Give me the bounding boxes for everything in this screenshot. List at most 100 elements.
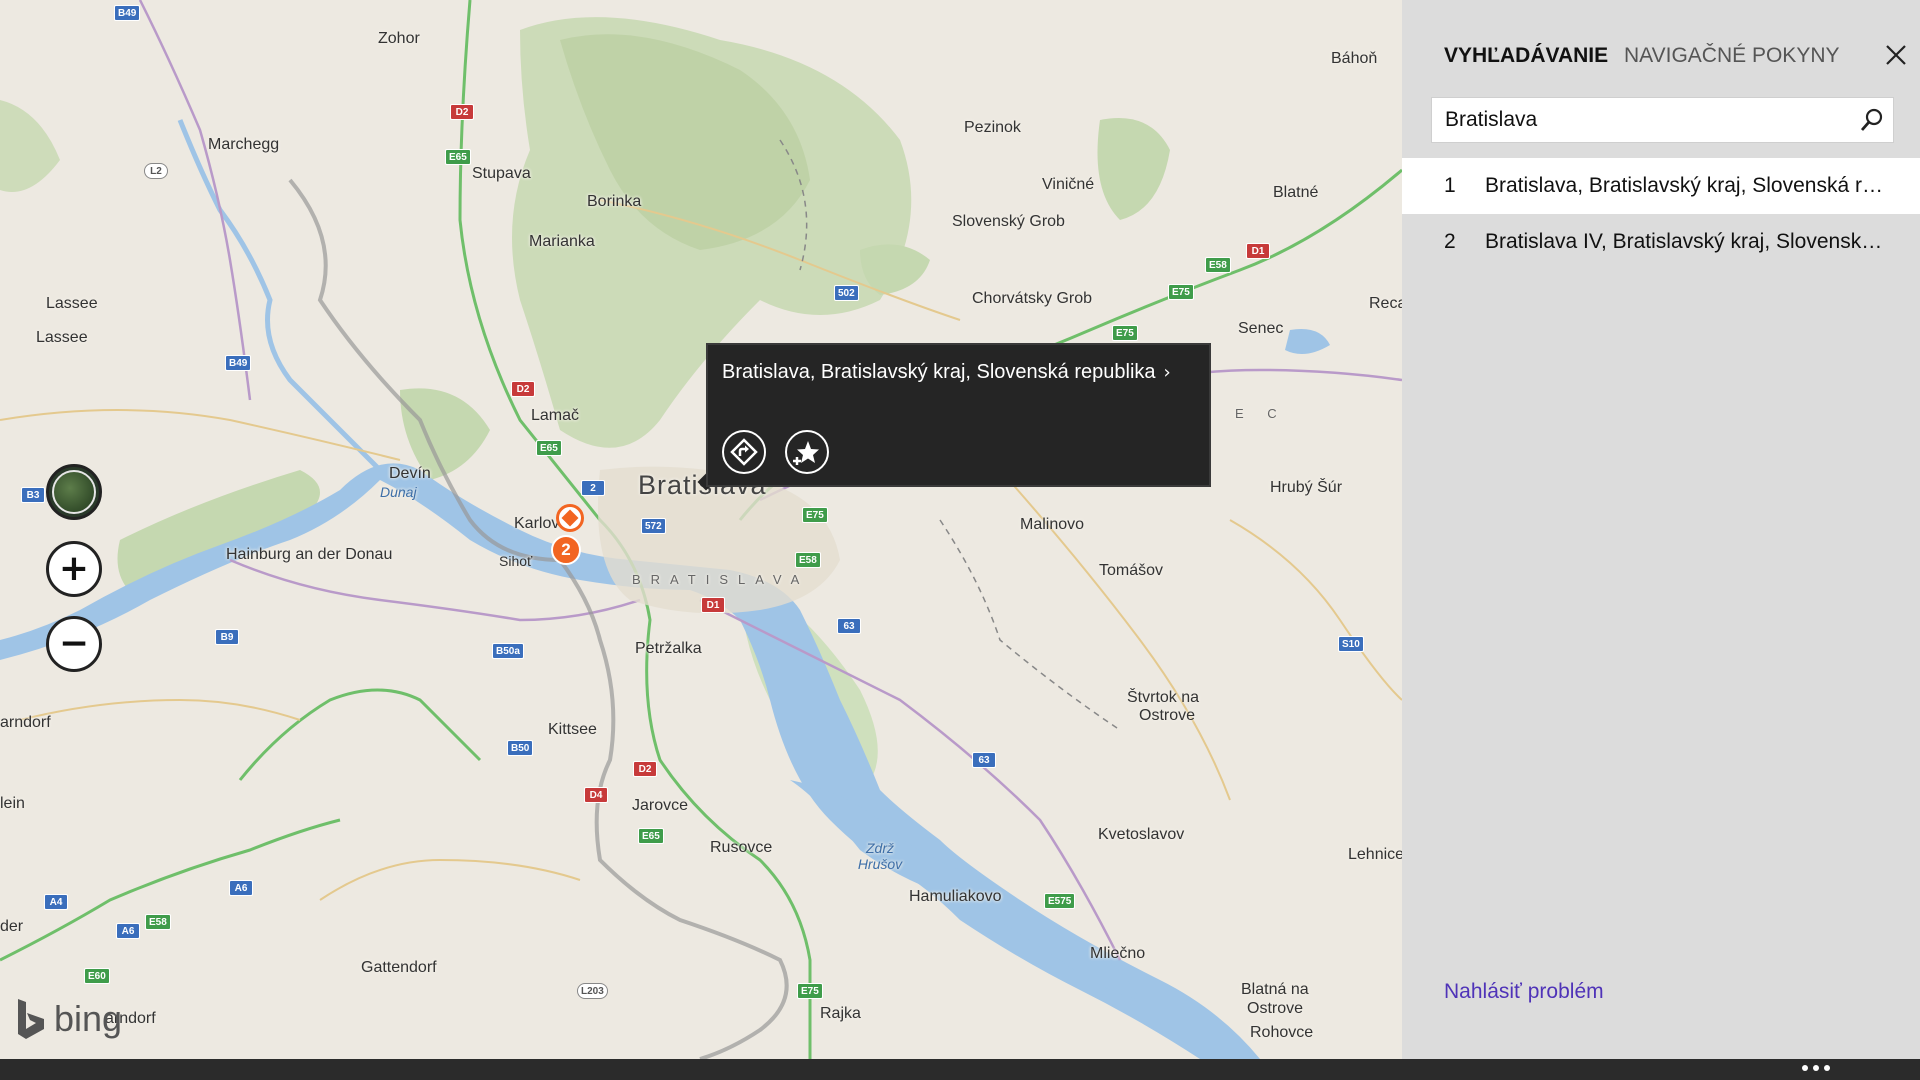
selected-location-pin[interactable]	[556, 504, 584, 532]
location-popup: Bratislava, Bratislavský kraj, Slovenská…	[706, 343, 1211, 487]
road-shield: A6	[116, 923, 140, 939]
road-shield: 63	[972, 752, 996, 768]
map-label-place: Senec	[1238, 320, 1284, 337]
map-label-district: BRATISLAVA	[632, 572, 810, 587]
dot	[1813, 1065, 1819, 1071]
map-label-place: Gattendorf	[361, 959, 437, 976]
result-number: 2	[1444, 230, 1456, 253]
dot	[1802, 1065, 1808, 1071]
map-label-place: Lamač	[531, 407, 580, 424]
map-label-place: Štvrtok na	[1127, 689, 1200, 706]
road-shield: L203	[577, 983, 608, 999]
aerial-view-icon	[52, 470, 96, 514]
road-shield: 502	[834, 285, 859, 301]
map-label-place: lein	[0, 795, 25, 812]
tab-search[interactable]: VYHĽADÁVANIE	[1444, 44, 1608, 68]
search-panel: VYHĽADÁVANIE NAVIGAČNÉ POKYNY 1 Bratisla…	[1402, 0, 1920, 1059]
map-label-place: Malinovo	[1020, 516, 1085, 533]
map-label-place: Blatná na	[1241, 981, 1309, 998]
road-shield: B3	[21, 487, 45, 503]
tab-directions[interactable]: NAVIGAČNÉ POKYNY	[1624, 44, 1840, 68]
map-label-place: Tomášov	[1099, 562, 1164, 579]
map-label-place: Chorvátsky Grob	[972, 290, 1093, 307]
map-label-water: Zdrž Hrušov	[857, 840, 903, 872]
road-shield: E575	[1044, 893, 1076, 909]
road-shield: E75	[1168, 284, 1194, 300]
road-shield: A6	[229, 880, 253, 896]
result-text: Bratislava, Bratislavský kraj, Slovenská…	[1485, 174, 1885, 197]
dot	[1824, 1065, 1830, 1071]
popup-title-link[interactable]: Bratislava, Bratislavský kraj, Slovenská…	[722, 361, 1171, 384]
map-label-place: Zohor	[378, 30, 420, 47]
map-label-place: der	[0, 918, 24, 935]
map-label-place: Kvetoslavov	[1098, 826, 1185, 843]
map-label-place: Rajka	[820, 1005, 861, 1022]
map-label-place: Jarovce	[632, 797, 689, 814]
chevron-right-icon: ›	[1163, 362, 1171, 383]
road-shield: B9	[215, 629, 239, 645]
map-label-place: Petržalka	[635, 640, 702, 657]
close-icon[interactable]	[1885, 44, 1907, 66]
add-favorite-icon	[793, 441, 819, 465]
result-pin-2[interactable]: 2	[551, 535, 581, 565]
road-shield: D4	[584, 787, 608, 803]
app-bar	[0, 1059, 1920, 1080]
search-input[interactable]	[1432, 98, 1851, 142]
road-shield: D1	[1246, 243, 1270, 259]
map-label-place: Hainburg an der Donau	[226, 546, 393, 563]
road-shield: D2	[511, 381, 535, 397]
road-shield: B49	[225, 355, 252, 371]
road-shield: D1	[701, 597, 725, 613]
map-label-place: Stupava	[472, 165, 531, 182]
map-label-place: Blatné	[1273, 184, 1319, 201]
map-label-place: Báhoň	[1331, 50, 1378, 67]
result-number: 1	[1444, 174, 1456, 197]
map-label-place: Reca	[1369, 295, 1402, 312]
zoom-in-button[interactable]: +	[46, 541, 102, 597]
aerial-view-button[interactable]	[46, 464, 102, 520]
map-label-place: Marchegg	[208, 136, 280, 153]
search-result-item[interactable]: 1 Bratislava, Bratislavský kraj, Slovens…	[1402, 158, 1920, 214]
more-options-icon[interactable]	[1802, 1065, 1830, 1071]
road-shield: E60	[84, 968, 110, 984]
map-label-place: Lassee	[46, 295, 98, 312]
map-label-place: Mliečno	[1090, 945, 1146, 962]
map-label-place: Lassee	[36, 329, 88, 346]
search-button[interactable]	[1851, 99, 1893, 141]
map-label-district: N E C	[1202, 406, 1287, 421]
add-favorite-button[interactable]	[785, 430, 829, 474]
road-shield: E65	[445, 149, 471, 165]
pin-diamond-icon	[561, 509, 579, 527]
map-label-place: Viničné	[1042, 176, 1095, 193]
search-result-item[interactable]: 2 Bratislava IV, Bratislavský kraj, Slov…	[1402, 214, 1920, 270]
bing-logo: bing	[14, 997, 122, 1041]
map-label-place: Ostrove	[1139, 707, 1196, 724]
road-shield: E58	[795, 552, 821, 568]
map-label-place: Rusovce	[710, 839, 773, 856]
plus-icon: +	[58, 548, 90, 589]
road-shield: 63	[837, 618, 861, 634]
zoom-out-button[interactable]: −	[46, 616, 102, 672]
road-shield: D2	[633, 761, 657, 777]
map-background	[0, 0, 1402, 1059]
bing-b-icon	[18, 999, 44, 1039]
map-label-place: Rohovce	[1250, 1024, 1314, 1041]
map-label-place: arndorf	[0, 714, 51, 731]
search-icon	[1860, 108, 1883, 131]
map-label-place: Lehnice	[1348, 846, 1402, 863]
report-problem-link[interactable]: Nahlásiť problém	[1444, 980, 1604, 1004]
road-shield: S10	[1338, 636, 1364, 652]
road-shield: B49	[114, 5, 141, 21]
map-canvas[interactable]: Zohor Marchegg Stupava Borinka Marianka …	[0, 0, 1402, 1059]
road-shield: E75	[1112, 325, 1138, 341]
map-label-place: Devín	[389, 465, 431, 482]
popup-title: Bratislava, Bratislavský kraj, Slovenská…	[722, 361, 1156, 383]
road-shield: B50a	[492, 643, 524, 659]
road-shield: E65	[536, 440, 562, 456]
directions-icon	[730, 438, 758, 466]
road-shield: E65	[638, 828, 664, 844]
directions-button[interactable]	[722, 430, 766, 474]
map-label-place: Karlov	[514, 515, 560, 532]
map-label-place: Sihoť	[499, 553, 533, 569]
map-label-place: Hrubý Šúr	[1270, 479, 1343, 496]
